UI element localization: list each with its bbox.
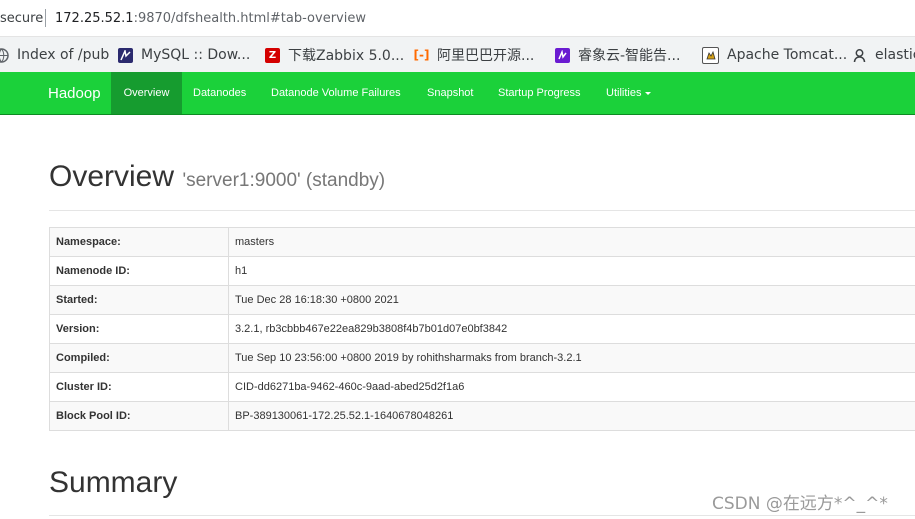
row-value: masters: [228, 227, 915, 257]
bookmark-index-of-pub[interactable]: Index of /pub: [0, 45, 109, 65]
bookmark-label: 睿象云-智能告...: [578, 48, 681, 64]
page-title: Overview: [49, 160, 175, 193]
table-row: Namespace: masters: [49, 227, 915, 257]
bookmark-label: Index of /pub: [17, 47, 110, 63]
row-value: Tue Dec 28 16:18:30 +0800 2021: [228, 285, 915, 315]
table-row: Cluster ID: CID-dd6271ba-9462-460c-9aad-…: [49, 372, 915, 402]
overview-table: Namespace: masters Namenode ID: h1 Start…: [49, 227, 915, 431]
zabbix-icon: Z: [265, 47, 280, 63]
mysql-icon: [118, 47, 133, 63]
row-value: 3.2.1, rb3cbbb467e22ea829b3808f4b7b01d07…: [228, 314, 915, 344]
bookmark-tomcat[interactable]: Apache Tomcat...: [702, 45, 847, 65]
ruixiangyun-icon: [555, 47, 570, 63]
alibaba-icon: [-]: [413, 48, 430, 62]
summary-title: Summary: [49, 466, 178, 499]
page-subtitle: 'server1:9000' (standby): [182, 170, 386, 191]
tab-datanodes[interactable]: Datanodes: [193, 72, 246, 114]
row-value: CID-dd6271ba-9462-460c-9aad-abed25d2f1a6: [228, 372, 915, 402]
tab-datanode-volume-failures[interactable]: Datanode Volume Failures: [271, 72, 401, 114]
bookmarks-bar: Index of /pub MySQL :: Dow... Z 下载Zabbix…: [0, 37, 915, 72]
table-row: Block Pool ID: BP-389130061-172.25.52.1-…: [49, 401, 915, 431]
table-row: Started: Tue Dec 28 16:18:30 +0800 2021: [49, 285, 915, 315]
tomcat-icon: [702, 46, 719, 64]
row-key: Cluster ID:: [49, 372, 229, 402]
tab-overview[interactable]: Overview: [111, 72, 182, 114]
watermark: CSDN @在远方*^_^*: [712, 494, 888, 514]
bookmark-zabbix[interactable]: Z 下载Zabbix 5.0...: [265, 45, 404, 65]
row-key: Version:: [49, 314, 229, 344]
summary-divider: [49, 515, 915, 516]
row-value: Tue Sep 10 23:56:00 +0800 2019 by rohith…: [228, 343, 915, 373]
address-bar[interactable]: secure 172.25.52.1:9870/dfshealth.html#t…: [0, 0, 915, 37]
url-host: 172.25.52.1: [55, 11, 134, 26]
row-value: h1: [228, 256, 915, 286]
bookmark-mysql[interactable]: MySQL :: Dow...: [118, 45, 250, 65]
row-key: Namenode ID:: [49, 256, 229, 286]
bookmark-label: MySQL :: Dow...: [141, 47, 251, 63]
table-row: Version: 3.2.1, rb3cbbb467e22ea829b3808f…: [49, 314, 915, 344]
bookmark-ruixiangyun[interactable]: 睿象云-智能告...: [555, 45, 680, 65]
bookmark-label: elastic: [875, 47, 915, 63]
header-divider: [49, 210, 915, 211]
tab-snapshot[interactable]: Snapshot: [427, 72, 473, 114]
tab-utilities[interactable]: Utilities: [606, 72, 652, 114]
elastic-icon: [852, 48, 867, 63]
row-key: Started:: [49, 285, 229, 315]
globe-icon: [0, 47, 9, 63]
bookmark-label: Apache Tomcat...: [727, 47, 848, 63]
hadoop-navbar: Hadoop Overview Datanodes Datanode Volum…: [0, 72, 915, 115]
bookmark-alibaba[interactable]: [-] 阿里巴巴开源...: [413, 45, 535, 65]
row-key: Compiled:: [49, 343, 229, 373]
bookmark-label: 阿里巴巴开源...: [437, 48, 535, 64]
tab-startup-progress[interactable]: Startup Progress: [498, 72, 581, 114]
address-divider: [45, 9, 46, 27]
row-key: Namespace:: [49, 227, 229, 257]
overview-header: Overview 'server1:9000' (standby): [49, 160, 385, 194]
brand-link[interactable]: Hadoop: [48, 85, 101, 102]
caret-down-icon: [645, 91, 652, 95]
url-text[interactable]: 172.25.52.1:9870/dfshealth.html#tab-over…: [55, 11, 366, 26]
url-path: :9870/dfshealth.html#tab-overview: [133, 11, 366, 26]
table-row: Namenode ID: h1: [49, 256, 915, 286]
row-value: BP-389130061-172.25.52.1-1640678048261: [228, 401, 915, 431]
security-label[interactable]: secure: [0, 11, 43, 26]
bookmark-elastic[interactable]: elastic: [852, 45, 915, 65]
table-row: Compiled: Tue Sep 10 23:56:00 +0800 2019…: [49, 343, 915, 373]
bookmark-label: 下载Zabbix 5.0...: [288, 48, 405, 64]
utilities-label: Utilities: [606, 87, 642, 99]
row-key: Block Pool ID:: [49, 401, 229, 431]
